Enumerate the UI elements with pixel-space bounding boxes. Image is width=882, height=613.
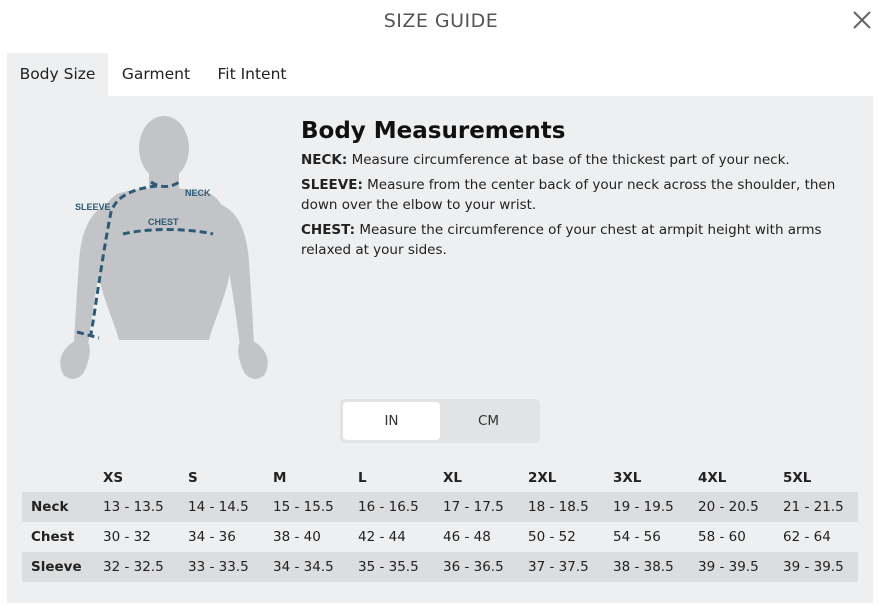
close-icon — [853, 11, 871, 29]
table-cell: 15 - 15.5 — [273, 492, 358, 522]
sleeve-label: SLEEVE — [75, 202, 111, 212]
body-figure-illustration: SLEEVE NECK CHEST — [60, 116, 268, 379]
table-cell: 58 - 60 — [698, 529, 746, 545]
size-header: 5XL — [783, 470, 812, 486]
chest-label: CHEST — [148, 217, 179, 227]
chest-instruction: CHEST: Measure the circumference of your… — [301, 220, 861, 260]
table-cell: 17 - 17.5 — [443, 492, 528, 522]
modal-title: SIZE GUIDE — [383, 10, 499, 32]
unit-toggle: IN CM — [340, 399, 540, 443]
table-cell: 39 - 39.5 — [698, 552, 783, 582]
table-cell: 14 - 14.5 — [188, 492, 273, 522]
table-cell: 50 - 52 — [528, 529, 576, 545]
sleeve-text: Measure from the center back of your nec… — [301, 177, 836, 213]
measurements-section: Body Measurements NECK: Measure circumfe… — [301, 118, 861, 265]
size-header: 3XL — [613, 470, 642, 486]
row-label: Neck — [22, 492, 103, 522]
tab-body-size[interactable]: Body Size — [7, 53, 108, 96]
table-cell: 16 - 16.5 — [358, 492, 443, 522]
table-cell: 39 - 39.5 — [783, 552, 858, 582]
table-cell: 18 - 18.5 — [528, 492, 613, 522]
table-cell: 30 - 32 — [103, 529, 151, 545]
body-silhouette — [60, 116, 268, 379]
table-cell: 19 - 19.5 — [613, 492, 698, 522]
table-cell: 37 - 37.5 — [528, 552, 613, 582]
unit-cm-button[interactable]: CM — [440, 402, 537, 440]
close-button[interactable] — [850, 8, 874, 32]
table-row-neck: Neck 13 - 13.5 14 - 14.5 15 - 15.5 16 - … — [22, 492, 858, 522]
chest-text: Measure the circumference of your chest … — [301, 222, 822, 258]
size-header-row: XS S M L XL 2XL 3XL 4XL 5XL — [22, 464, 858, 492]
size-header: S — [188, 470, 198, 486]
body-size-panel: SLEEVE NECK CHEST Body Measurements NECK… — [7, 96, 873, 603]
size-header-blank — [22, 464, 103, 492]
table-cell: 36 - 36.5 — [443, 552, 528, 582]
table-row-chest: Chest 30 - 32 34 - 36 38 - 40 42 - 44 46… — [22, 522, 858, 552]
neck-text: Measure circumference at base of the thi… — [347, 152, 790, 168]
table-cell: 38 - 40 — [273, 529, 321, 545]
table-cell: 33 - 33.5 — [188, 552, 273, 582]
table-cell: 38 - 38.5 — [613, 552, 698, 582]
table-cell: 35 - 35.5 — [358, 552, 443, 582]
row-label: Sleeve — [22, 552, 103, 582]
table-cell: 34 - 36 — [188, 529, 236, 545]
table-row-sleeve: Sleeve 32 - 32.5 33 - 33.5 34 - 34.5 35 … — [22, 552, 858, 582]
table-cell: 20 - 20.5 — [698, 492, 783, 522]
table-cell: 62 - 64 — [783, 529, 831, 545]
sleeve-instruction: SLEEVE: Measure from the center back of … — [301, 175, 861, 215]
row-label: Chest — [31, 529, 75, 545]
chest-term: CHEST: — [301, 222, 356, 238]
size-header: XS — [103, 470, 124, 486]
neck-instruction: NECK: Measure circumference at base of t… — [301, 150, 861, 170]
table-cell: 21 - 21.5 — [783, 492, 858, 522]
size-header: 2XL — [528, 470, 557, 486]
table-cell: 54 - 56 — [613, 529, 661, 545]
tab-bar: Body Size Garment Fit Intent — [7, 53, 873, 96]
sleeve-term: SLEEVE: — [301, 177, 363, 193]
table-cell: 42 - 44 — [358, 529, 406, 545]
measurements-title: Body Measurements — [301, 118, 566, 144]
size-header: L — [358, 470, 367, 486]
neck-label: NECK — [185, 188, 211, 198]
size-header: 4XL — [698, 470, 727, 486]
table-cell: 34 - 34.5 — [273, 552, 358, 582]
table-cell: 32 - 32.5 — [103, 552, 188, 582]
size-header: XL — [443, 470, 463, 486]
unit-in-button[interactable]: IN — [343, 402, 440, 440]
table-cell: 13 - 13.5 — [103, 492, 188, 522]
table-cell: 46 - 48 — [443, 529, 491, 545]
size-table: XS S M L XL 2XL 3XL 4XL 5XL Neck 13 - 13… — [22, 464, 858, 582]
tab-garment[interactable]: Garment — [111, 53, 201, 96]
tab-fit-intent[interactable]: Fit Intent — [207, 53, 297, 96]
neck-term: NECK: — [301, 152, 348, 168]
size-header: M — [273, 470, 287, 486]
